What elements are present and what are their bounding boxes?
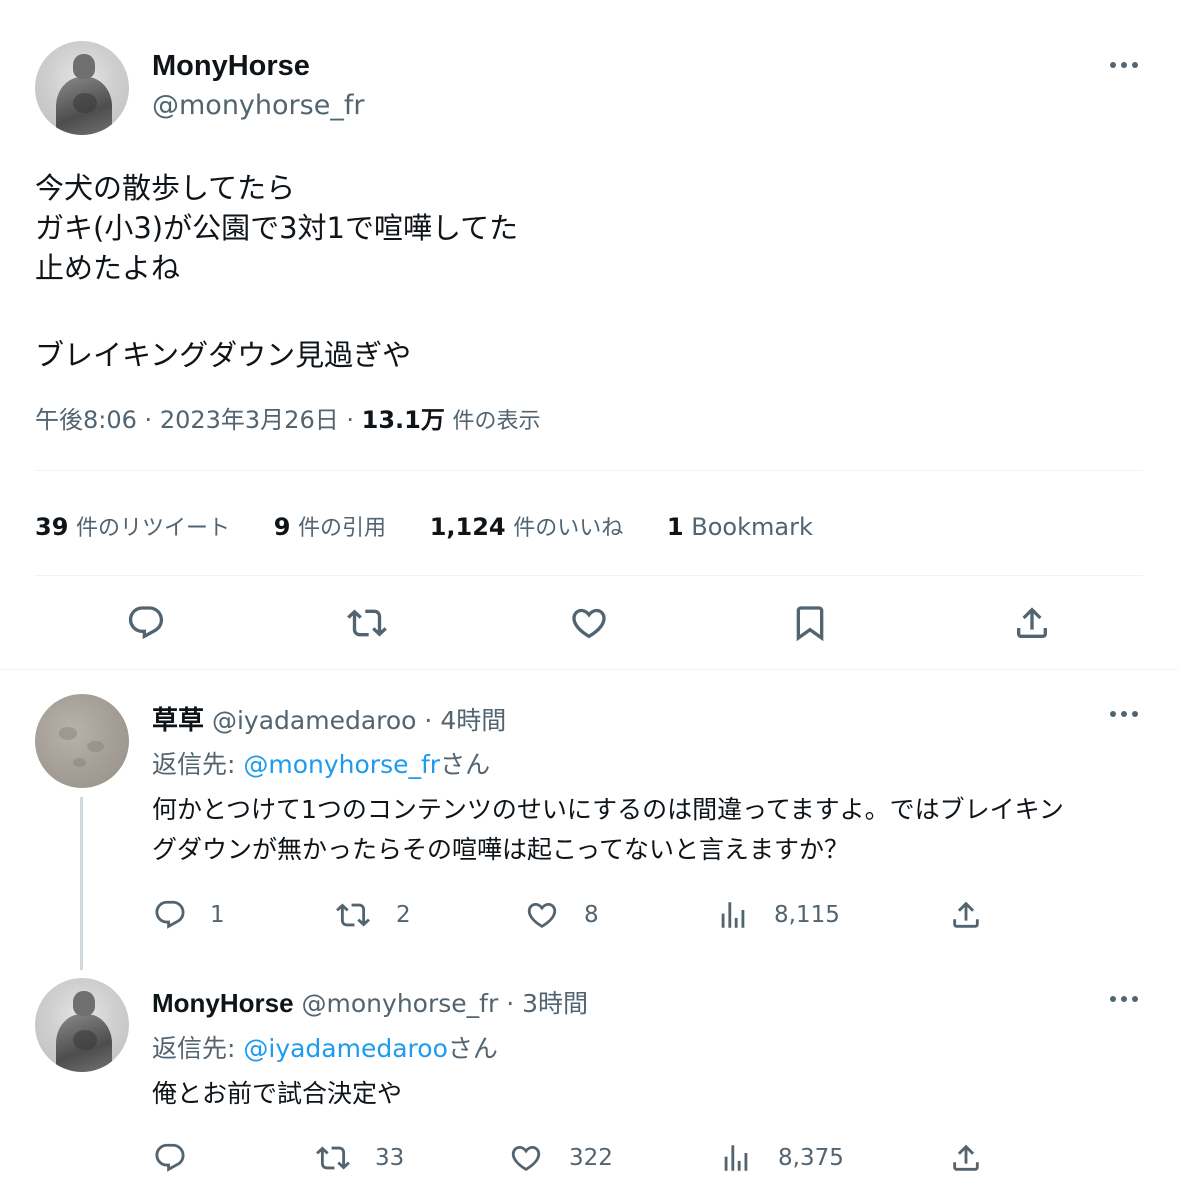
divider <box>0 669 1178 670</box>
retweet-count: 33 <box>375 1145 405 1171</box>
tweet-text-line: ブレイキングダウン見過ぎや <box>35 338 412 372</box>
avatar[interactable] <box>35 978 129 1072</box>
meta-separator: · <box>424 706 433 735</box>
reply-text: 何かとつけて1つのコンテンツのせいにするのは間違ってますよ。ではブレイキン グダ… <box>152 790 1162 870</box>
meta-separator: · <box>506 989 515 1018</box>
view-count: 8,115 <box>774 902 840 928</box>
reply-icon[interactable] <box>153 1141 187 1175</box>
meta-separator: · <box>144 406 153 434</box>
share-icon[interactable] <box>1012 603 1052 643</box>
display-name[interactable]: MonyHorse <box>152 988 294 1018</box>
avatar-texture <box>72 757 86 768</box>
replying-to-handle[interactable]: @monyhorse_fr <box>243 750 440 779</box>
quotes-count: 9 <box>273 513 291 541</box>
bookmarks-label: Bookmark <box>691 513 813 541</box>
likes-count: 1,124 <box>429 513 506 541</box>
stats-row: 39 件のリツイート 9 件の引用 1,124 件のいいね 1 Bookmark <box>35 510 813 542</box>
reply-text-line: 何かとつけて1つのコンテンツのせいにするのは間違ってますよ。ではブレイキン <box>152 795 1064 824</box>
like-count: 322 <box>569 1145 613 1171</box>
views-icon[interactable] <box>719 1141 753 1175</box>
like-count: 8 <box>584 902 599 928</box>
replying-to: 返信先: @monyhorse_frさん <box>152 745 490 781</box>
reply-icon[interactable] <box>126 603 166 643</box>
reply-time[interactable]: 3時間 <box>522 989 588 1018</box>
divider <box>35 575 1143 576</box>
tweet-text-line: 今犬の散歩してたら <box>35 171 296 205</box>
like-icon[interactable] <box>569 603 609 643</box>
replying-to-label: 返信先: <box>152 1034 244 1063</box>
avatar[interactable] <box>35 41 129 135</box>
retweet-count: 2 <box>396 902 411 928</box>
retweets-label: 件のリツイート <box>76 516 231 541</box>
reply-icon[interactable] <box>153 898 187 932</box>
more-options-icon[interactable] <box>1110 996 1140 1004</box>
meta-separator: · <box>346 406 354 434</box>
replying-to: 返信先: @iyadamedarooさん <box>152 1029 498 1065</box>
tweet-text-line: ガキ(小3)が公園で3対1で喧嘩してた <box>35 211 519 245</box>
retweets-count: 39 <box>35 513 69 541</box>
display-name[interactable]: MonyHorse <box>152 50 310 83</box>
replying-to-suffix: さん <box>440 750 491 779</box>
more-options-icon[interactable] <box>1110 711 1140 719</box>
divider <box>35 470 1143 471</box>
share-icon[interactable] <box>949 1141 983 1175</box>
tweet-date[interactable]: 2023年3月26日 <box>160 406 339 434</box>
retweet-icon[interactable] <box>336 898 370 932</box>
quotes-label: 件の引用 <box>298 516 387 541</box>
avatar-texture <box>58 726 78 741</box>
avatar-figure-head <box>72 54 96 79</box>
reply-text-line: 俺とお前で試合決定や <box>152 1079 403 1108</box>
user-handle[interactable]: @monyhorse_fr <box>152 90 364 121</box>
like-icon[interactable] <box>509 1141 543 1175</box>
reply-text-line: グダウンが無かったらその喧嘩は起こってないと言えますか？ <box>152 835 850 864</box>
view-count: 8,375 <box>778 1145 844 1171</box>
avatar[interactable] <box>35 694 129 788</box>
likes-label: 件のいいね <box>513 516 624 541</box>
tweet-meta: 午後8:06 · 2023年3月26日 · 13.1万 件の表示 <box>35 400 541 435</box>
tweet-text: 今犬の散歩してたら ガキ(小3)が公園で3対1で喧嘩してた 止めたよね ブレイキ… <box>35 168 1135 375</box>
retweet-icon[interactable] <box>316 1141 350 1175</box>
avatar-texture <box>86 741 104 753</box>
views-icon[interactable] <box>716 898 750 932</box>
reply-count: 1 <box>210 902 225 928</box>
views-label: 件の表示 <box>452 409 541 434</box>
likes-stat[interactable]: 1,124 件のいいね <box>430 513 631 541</box>
bookmarks-stat[interactable]: 1 Bookmark <box>667 513 813 541</box>
bookmarks-count: 1 <box>666 513 684 541</box>
more-options-icon[interactable] <box>1110 62 1140 70</box>
retweet-icon[interactable] <box>347 603 387 643</box>
replying-to-label: 返信先: <box>152 750 244 779</box>
avatar-figure-head <box>72 991 96 1016</box>
quotes-stat[interactable]: 9 件の引用 <box>274 513 394 541</box>
reply-header: MonyHorse @monyhorse_fr · 3時間 <box>152 984 588 1020</box>
reply-time[interactable]: 4時間 <box>440 706 506 735</box>
replying-to-suffix: さん <box>447 1034 498 1063</box>
user-handle[interactable]: @iyadamedaroo <box>212 706 417 735</box>
tweet-text-line <box>35 288 1135 328</box>
replying-to-handle[interactable]: @iyadamedaroo <box>243 1034 448 1063</box>
views-count: 13.1万 <box>361 406 445 434</box>
reply-text: 俺とお前で試合決定や <box>152 1074 1162 1114</box>
thread-line <box>80 797 83 970</box>
user-handle[interactable]: @monyhorse_fr <box>302 989 499 1018</box>
bookmark-icon[interactable] <box>790 603 830 643</box>
reply-header: 草草 @iyadamedaroo · 4時間 <box>152 700 506 737</box>
share-icon[interactable] <box>949 898 983 932</box>
retweets-stat[interactable]: 39 件のリツイート <box>35 513 238 541</box>
like-icon[interactable] <box>525 898 559 932</box>
tweet-text-line: 止めたよね <box>35 251 181 285</box>
tweet-time[interactable]: 午後8:06 <box>35 406 137 434</box>
display-name[interactable]: 草草 <box>152 705 204 735</box>
